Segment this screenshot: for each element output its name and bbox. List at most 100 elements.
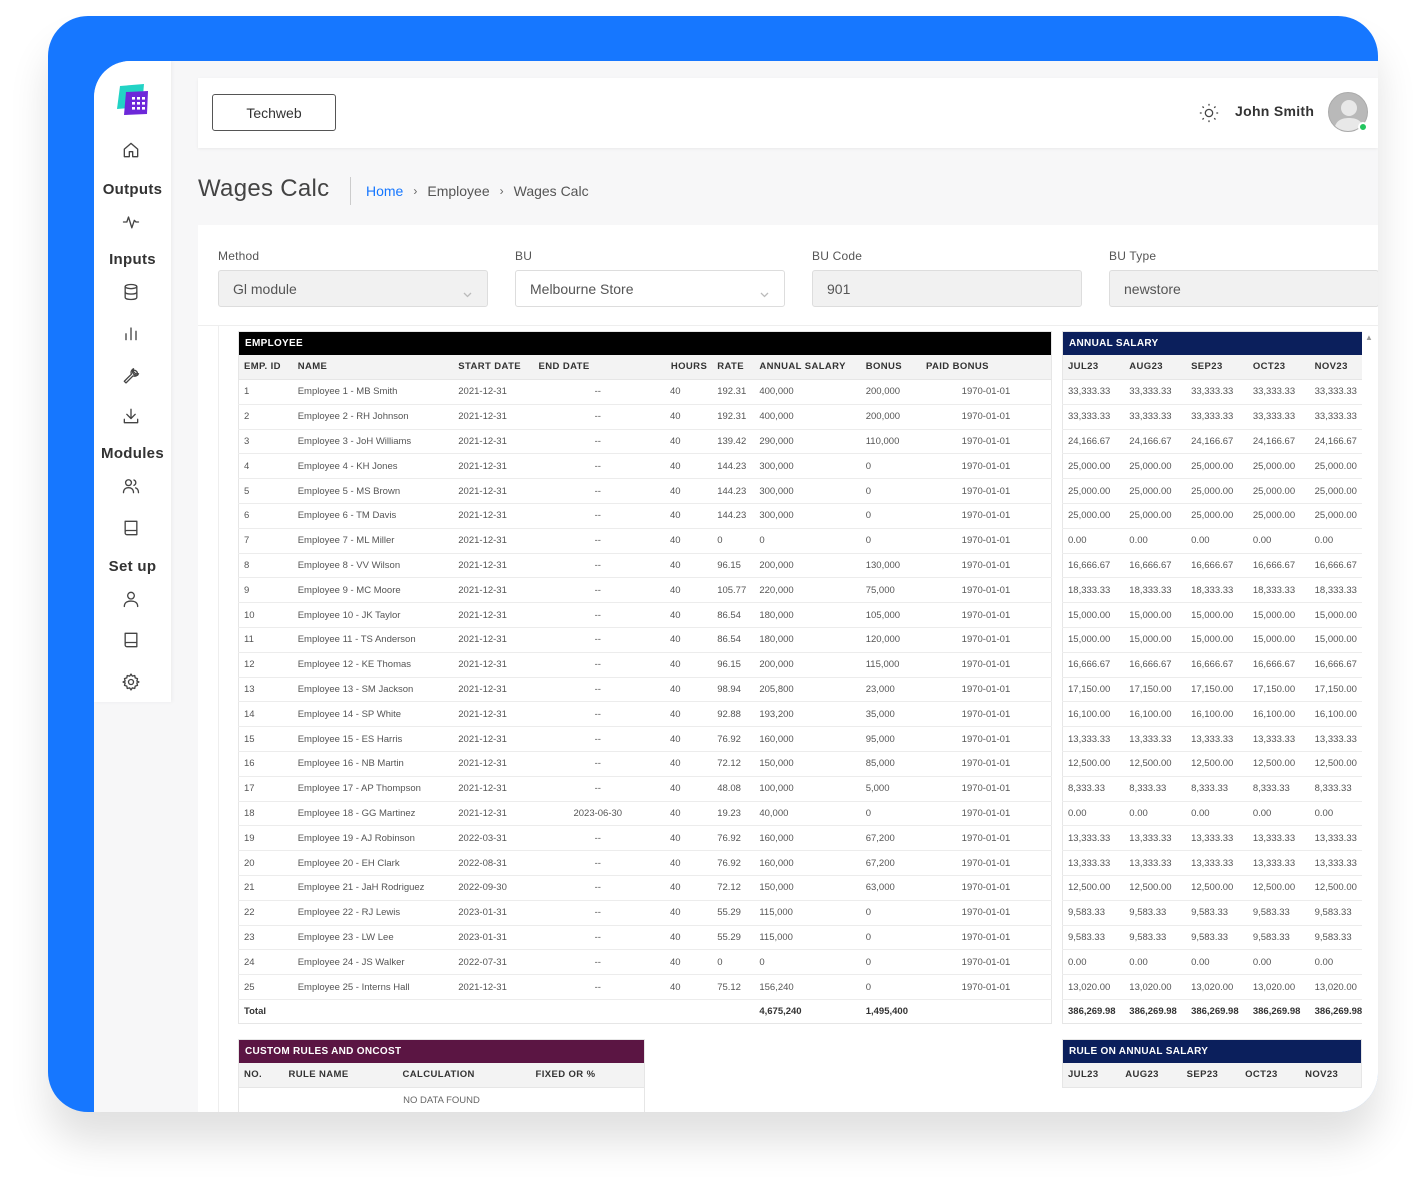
table-row[interactable]: 1 Employee 1 - MB Smith 2021-12-31 -- 40 192.… [238,379,1052,405]
sun-icon[interactable] [1198,102,1220,124]
col-annual-salary[interactable]: ANNUAL SALARY [754,354,861,380]
col-start-date[interactable]: START DATE [453,354,534,380]
col-sep23[interactable]: SEP23 [1186,354,1248,380]
annual-salary-scroll[interactable]: ANNUAL SALARY JUL23 AUG23 SEP23 OCT23 NO… [1062,331,1362,1031]
chevron-down-icon [760,285,769,298]
bu-type-input[interactable]: newstore [1109,270,1378,307]
table-row[interactable]: 12 Employee 12 - KE Thomas 2021-12-31 -- 40 9… [238,652,1052,678]
table-row[interactable]: 24 Employee 24 - JS Walker 2022-07-31 -- 40 0… [238,949,1052,976]
table-row[interactable]: 33,333.33 33,333.33 33,333.33 33,333.33 33,3… [1062,404,1362,430]
table-row[interactable]: 15,000.00 15,000.00 15,000.00 15,000.00 15,0… [1062,627,1362,653]
table-row[interactable]: 8,333.33 8,333.33 8,333.33 8,333.33 8,333.33 [1062,776,1362,802]
col-calculation[interactable]: CALCULATION [397,1062,531,1088]
table-row[interactable]: 15,000.00 15,000.00 15,000.00 15,000.00 15,0… [1062,602,1362,628]
table-row[interactable]: 20 Employee 20 - EH Clark 2022-08-31 -- 40 76… [238,850,1052,876]
col-emp-id[interactable]: EMP. ID [238,354,293,380]
company-button[interactable]: Techweb [212,94,336,131]
table-row[interactable]: 7 Employee 7 - ML Miller 2021-12-31 -- 40 0 0 0… [238,528,1052,554]
bar-chart-icon[interactable] [120,322,142,344]
table-row[interactable]: 8 Employee 8 - VV Wilson 2021-12-31 -- 40 96.… [238,553,1052,579]
col-end-date[interactable]: END DATE [533,354,663,380]
col-jul23[interactable]: JUL23 [1062,354,1125,380]
table-row[interactable]: 19 Employee 19 - AJ Robinson 2022-03-31 -- 4… [238,825,1052,852]
table-row[interactable]: 23 Employee 23 - LW Lee 2023-01-31 -- 40 55.2… [238,925,1052,951]
breadcrumb-employee[interactable]: Employee [427,183,489,199]
cell-annual-salary: 400,000 [754,404,861,430]
table-row[interactable]: 18,333.33 18,333.33 18,333.33 18,333.33 18,3… [1062,577,1362,604]
download-icon[interactable] [120,405,142,427]
col-nov23[interactable]: NOV23 [1309,354,1362,380]
table-row[interactable]: 16,666.67 16,666.67 16,666.67 16,666.67 16,6… [1062,652,1362,678]
table-row[interactable]: 12,500.00 12,500.00 12,500.00 12,500.00 12,5… [1062,875,1362,901]
activity-icon[interactable] [120,211,142,233]
breadcrumb-home[interactable]: Home [366,183,403,199]
gear-icon[interactable] [120,671,142,693]
table-row[interactable]: 22 Employee 22 - RJ Lewis 2023-01-31 -- 40 55… [238,900,1052,926]
table-row[interactable]: 0.00 0.00 0.00 0.00 0.00 [1062,949,1362,976]
bu-code-input[interactable]: 901 [812,270,1082,307]
table-row[interactable]: 13,333.33 13,333.33 13,333.33 13,333.33 13,3… [1062,825,1362,852]
database-icon[interactable] [120,281,142,303]
table-row[interactable]: 17,150.00 17,150.00 17,150.00 17,150.00 17,1… [1062,677,1362,703]
table-row[interactable]: 9,583.33 9,583.33 9,583.33 9,583.33 9,583.33 [1062,925,1362,951]
table-row[interactable]: 21 Employee 21 - JaH Rodriguez 2022-09-30-… [238,875,1052,901]
table-row[interactable]: 9,583.33 9,583.33 9,583.33 9,583.33 9,583.33 [1062,900,1362,926]
table-row[interactable]: 13,333.33 13,333.33 13,333.33 13,333.33 13,3… [1062,726,1362,752]
cell-rate: 55.29 [712,925,755,951]
rule-col-sep23[interactable]: SEP23 [1181,1062,1241,1088]
table-row[interactable]: 25,000.00 25,000.00 25,000.00 25,000.00 25,0… [1062,503,1362,529]
rule-col-jul23[interactable]: JUL23 [1062,1062,1121,1088]
rule-col-aug23[interactable]: AUG23 [1120,1062,1182,1088]
book-setup-icon[interactable] [120,629,142,651]
rule-col-oct23[interactable]: OCT23 [1240,1062,1301,1088]
table-row[interactable]: 18 Employee 18 - GG Martinez 2021-12-31 202… [238,801,1052,827]
table-row[interactable]: 25,000.00 25,000.00 25,000.00 25,000.00 25,0… [1062,478,1362,504]
user-name[interactable]: John Smith [1235,103,1314,119]
table-row[interactable]: 5 Employee 5 - MS Brown 2021-12-31 -- 40 144.… [238,478,1052,504]
table-row[interactable]: 3 Employee 3 - JoH Williams 2021-12-31 -- 40… [238,429,1052,455]
col-rule-name[interactable]: RULE NAME [283,1062,398,1088]
col-no[interactable]: NO. [238,1062,284,1088]
table-row[interactable]: 16 Employee 16 - NB Martin 2021-12-31 -- 40 7… [238,751,1052,777]
table-row[interactable]: 17 Employee 17 - AP Thompson 2021-12-31 -- 4… [238,776,1052,802]
table-row[interactable]: 4 Employee 4 - KH Jones 2021-12-31 -- 40 144.… [238,453,1052,480]
col-aug23[interactable]: AUG23 [1124,354,1187,380]
table-row[interactable]: 11 Employee 11 - TS Anderson 2021-12-31 -- 4… [238,627,1052,653]
users-icon[interactable] [120,475,142,497]
table-row[interactable]: 33,333.33 33,333.33 33,333.33 33,333.33 33,3… [1062,379,1362,405]
app-logo-icon[interactable] [114,83,150,117]
table-row[interactable]: 16,100.00 16,100.00 16,100.00 16,100.00 16,1… [1062,701,1362,728]
table-row[interactable]: 25 Employee 25 - Interns Hall 2021-12-31 --… [238,974,1052,1000]
cell-start-date: 2021-12-31 [453,801,534,827]
scroll-up-icon[interactable]: ▲ [1365,333,1373,342]
table-row[interactable]: 0.00 0.00 0.00 0.00 0.00 [1062,528,1362,554]
table-row[interactable]: 12,500.00 12,500.00 12,500.00 12,500.00 12,5… [1062,751,1362,777]
table-row[interactable]: 24,166.67 24,166.67 24,166.67 24,166.67 24,1… [1062,429,1362,455]
book-icon[interactable] [120,517,142,539]
col-bonus[interactable]: BONUS [860,354,921,380]
col-rate[interactable]: RATE [712,354,755,380]
col-oct23[interactable]: OCT23 [1247,354,1310,380]
col-hours[interactable]: HOURS [662,354,713,380]
table-row[interactable]: 14 Employee 14 - SP White 2021-12-31 -- 40 92… [238,701,1052,728]
table-row[interactable]: 25,000.00 25,000.00 25,000.00 25,000.00 25,0… [1062,453,1362,480]
col-paid-bonus[interactable]: PAID BONUS [920,354,1052,380]
home-icon[interactable] [120,139,142,161]
table-row[interactable]: 9 Employee 9 - MC Moore 2021-12-31 -- 40 105.… [238,577,1052,604]
table-row[interactable]: 16,666.67 16,666.67 16,666.67 16,666.67 16,6… [1062,553,1362,579]
table-row[interactable]: 15 Employee 15 - ES Harris 2021-12-31 -- 40 7… [238,726,1052,752]
user-icon[interactable] [120,588,142,610]
col-name[interactable]: NAME [292,354,454,380]
table-row[interactable]: 13,333.33 13,333.33 13,333.33 13,333.33 13,3… [1062,850,1362,876]
wrench-icon[interactable] [120,364,142,386]
table-row[interactable]: 13,020.00 13,020.00 13,020.00 13,020.00 13,0… [1062,974,1362,1000]
table-row[interactable]: 2 Employee 2 - RH Johnson 2021-12-31 -- 40 19… [238,404,1052,430]
table-row[interactable]: 13 Employee 13 - SM Jackson 2021-12-31 -- 40… [238,677,1052,703]
table-row[interactable]: 6 Employee 6 - TM Davis 2021-12-31 -- 40 144.… [238,503,1052,529]
method-select[interactable]: Gl module [218,270,488,307]
bu-select[interactable]: Melbourne Store [515,270,785,307]
col-fixed-or-percent[interactable]: FIXED OR % [530,1062,645,1088]
table-row[interactable]: 0.00 0.00 0.00 0.00 0.00 [1062,801,1362,827]
rule-col-nov23[interactable]: NOV23 [1300,1062,1362,1088]
table-row[interactable]: 10 Employee 10 - JK Taylor 2021-12-31 -- 40 8… [238,602,1052,628]
